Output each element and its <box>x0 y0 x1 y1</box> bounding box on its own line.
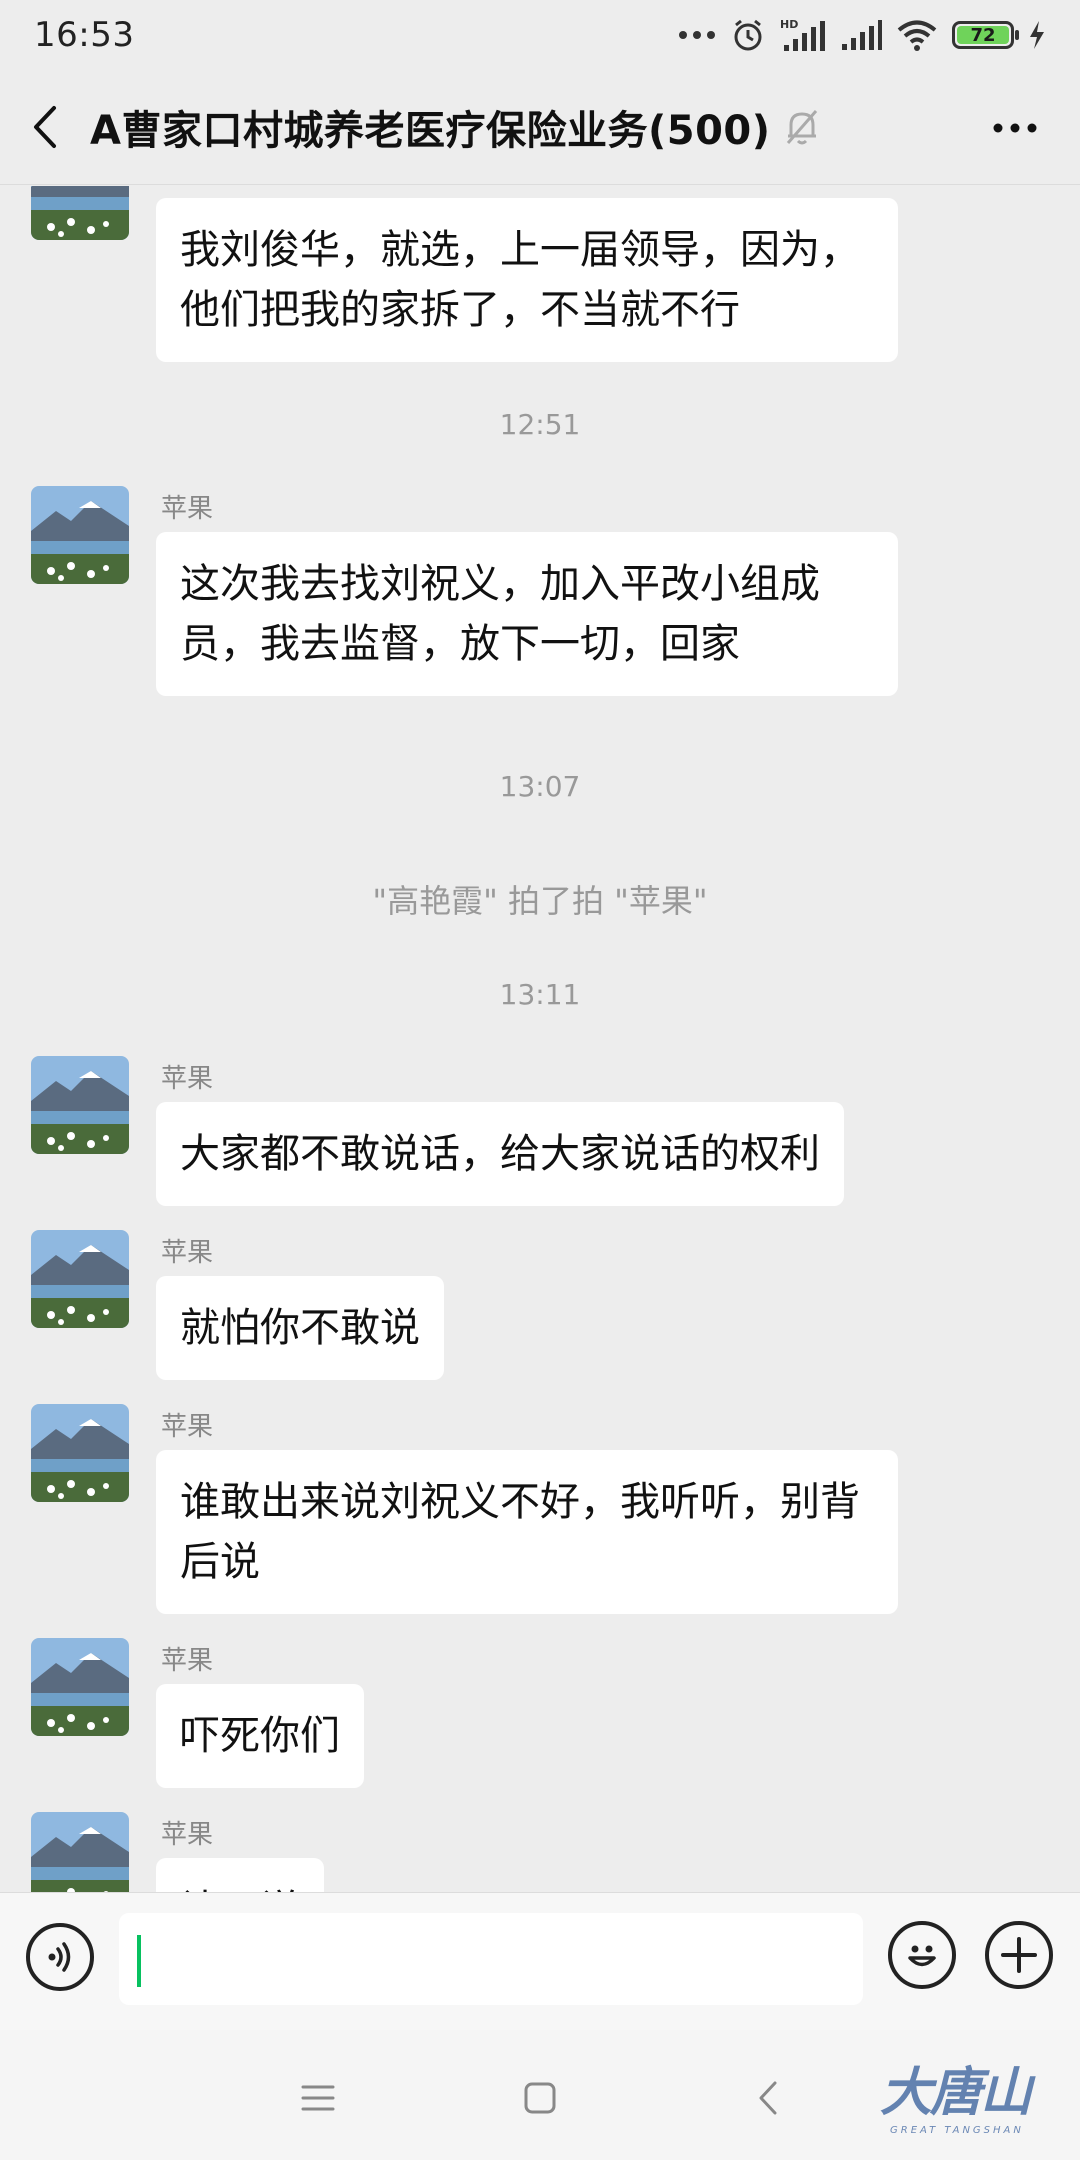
chat-title: A曹家口村城养老医疗保险业务(500) <box>90 108 771 154</box>
message-list[interactable]: 我刘俊华，就选，上一届领导，因为，他们把我的家拆了，不当就不行 12:51 苹果… <box>0 186 1080 1892</box>
hd-label: HD <box>780 18 798 31</box>
plus-icon <box>1001 1937 1037 1973</box>
more-functions-button[interactable] <box>985 1921 1053 1989</box>
avatar[interactable] <box>31 1812 129 1892</box>
timestamp: 13:11 <box>499 978 581 1011</box>
sender-name: 苹果 <box>161 494 214 524</box>
timestamp: 12:51 <box>499 408 581 441</box>
sender-name: 苹果 <box>161 1820 214 1850</box>
sender-name: 苹果 <box>161 1412 214 1442</box>
chat-header: A曹家口村城养老医疗保险业务(500) <box>0 70 1080 185</box>
message-bubble[interactable]: 让习说 <box>156 1858 324 1892</box>
menu-icon <box>301 2085 335 2111</box>
charging-icon <box>1028 20 1046 50</box>
more-options-button[interactable] <box>980 100 1050 156</box>
home-square-icon <box>524 2082 556 2114</box>
more-dots-icon <box>678 29 716 41</box>
message-bubble[interactable]: 我刘俊华，就选，上一届领导，因为，他们把我的家拆了，不当就不行 <box>156 198 898 362</box>
status-icons: HD 72 <box>678 17 1046 53</box>
sender-name: 苹果 <box>161 1238 214 1268</box>
sender-name: 苹果 <box>161 1646 214 1676</box>
battery-icon: 72 <box>952 21 1019 49</box>
avatar[interactable] <box>31 1056 129 1154</box>
message-input[interactable] <box>119 1913 863 2005</box>
avatar[interactable] <box>31 486 129 584</box>
back-button[interactable] <box>0 70 90 185</box>
hd-signal-icon: HD <box>780 17 826 53</box>
message-bubble[interactable]: 这次我去找刘祝义，加入平改小组成员，我去监督，放下一切，回家 <box>156 532 898 696</box>
avatar[interactable] <box>31 1230 129 1328</box>
alarm-icon <box>730 17 766 53</box>
avatar[interactable] <box>31 1404 129 1502</box>
message-bubble[interactable]: 大家都不敢说话，给大家说话的权利 <box>156 1102 844 1206</box>
back-chevron-icon <box>759 2081 777 2115</box>
back-nav-button[interactable] <box>738 2068 798 2128</box>
message-bubble[interactable]: 吓死你们 <box>156 1684 364 1788</box>
voice-icon <box>48 1942 71 1972</box>
status-bar: 16:53 HD 72 <box>0 0 1080 70</box>
avatar[interactable] <box>31 186 129 240</box>
battery-level: 72 <box>957 25 1009 46</box>
voice-input-button[interactable] <box>26 1923 94 1991</box>
signal-icon <box>840 18 882 52</box>
smiley-icon <box>908 1945 936 1967</box>
watermark-text: 大唐山 <box>880 2063 1032 2123</box>
home-nav-button[interactable] <box>510 2068 570 2128</box>
watermark-logo: 大唐山 GREAT TANGSHAN <box>880 2050 1050 2140</box>
timestamp: 13:07 <box>499 770 581 803</box>
mute-bell-icon <box>785 108 819 146</box>
input-bar <box>0 1892 1080 2030</box>
status-time: 16:53 <box>34 15 135 55</box>
emoji-button[interactable] <box>888 1921 956 1989</box>
watermark-subtext: GREAT TANGSHAN <box>890 2125 1024 2136</box>
message-bubble[interactable]: 谁敢出来说刘祝义不好，我听听，别背后说 <box>156 1450 898 1614</box>
back-arrow-icon <box>34 106 56 148</box>
sender-name: 苹果 <box>161 1064 214 1094</box>
text-cursor <box>137 1935 141 1987</box>
pat-system-message: "高艳霞" 拍了拍 "苹果" <box>372 882 708 920</box>
avatar[interactable] <box>31 1638 129 1736</box>
wifi-icon <box>896 18 938 52</box>
more-dots-icon <box>993 123 1037 133</box>
message-bubble[interactable]: 就怕你不敢说 <box>156 1276 444 1380</box>
menu-nav-button[interactable] <box>288 2068 348 2128</box>
